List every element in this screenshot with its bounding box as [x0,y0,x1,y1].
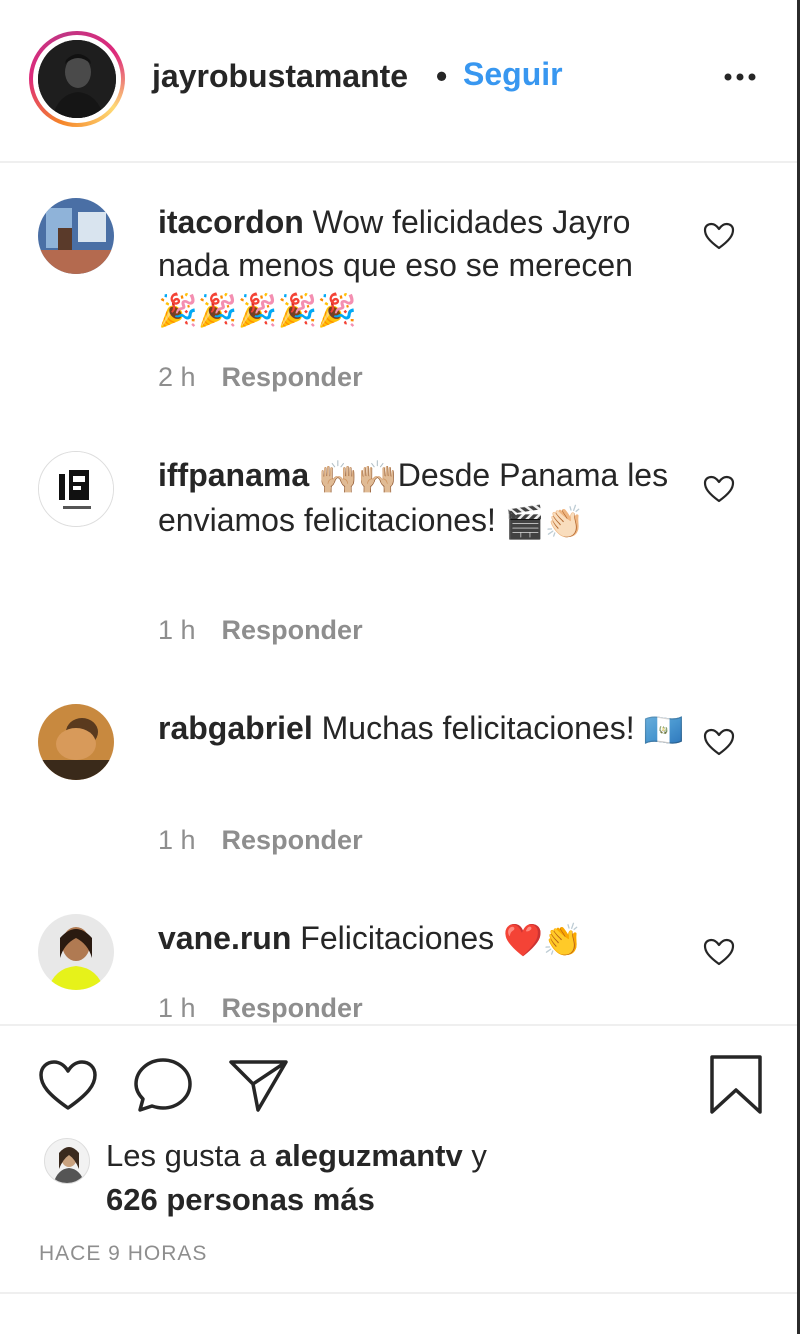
like-comment-heart-icon[interactable] [702,474,736,504]
likes-summary: Les gusta a aleguzmantv y [106,1138,487,1174]
comment-meta: 1 h Responder [158,615,363,646]
commenter-avatar[interactable] [38,198,114,274]
like-comment-heart-icon[interactable] [702,937,736,967]
comment-meta: 1 h Responder [158,825,363,856]
add-comment-area[interactable] [0,1292,797,1334]
reply-button[interactable]: Responder [222,362,363,392]
follow-button[interactable]: Seguir [463,56,563,93]
comment-username[interactable]: vane.run [158,920,291,956]
comment-body: vane.run Felicitaciones ❤️👏 [158,917,688,962]
comment-meta: 2 h Responder [158,362,363,393]
post-timestamp[interactable]: HACE 9 HORAS [39,1242,207,1266]
likes-prefix: Les gusta a [106,1138,267,1173]
commenter-avatar[interactable] [38,914,114,990]
comment-time: 1 h [158,993,196,1023]
share-send-icon[interactable] [228,1056,290,1119]
like-comment-heart-icon[interactable] [702,727,736,757]
comment-body: rabgabriel Muchas felicitaciones! 🇬🇹 [158,707,688,752]
reply-button[interactable]: Responder [222,993,363,1023]
more-options-icon[interactable] [722,62,762,92]
comment-username[interactable]: iffpanama [158,457,309,493]
commenter-avatar[interactable] [38,704,114,780]
separator-dot: • [436,58,448,94]
comment-username[interactable]: itacordon [158,204,304,240]
like-heart-icon[interactable] [38,1058,98,1117]
post-header: jayrobustamante • Seguir [0,0,797,163]
reply-button[interactable]: Responder [222,825,363,855]
comment-bubble-icon[interactable] [132,1056,194,1119]
comment-meta: 1 h Responder [158,993,363,1023]
party-popper-emoji: 🎉🎉🎉🎉🎉 [158,292,358,329]
post-actions: Les gusta a aleguzmantv y 626 personas m… [0,1024,797,1294]
likes-conjunction: y [471,1138,487,1173]
clapper-clap-emoji: 🎬👏🏻 [504,504,585,541]
comment-time: 1 h [158,615,196,645]
post-author-username[interactable]: jayrobustamante [152,58,408,95]
reply-button[interactable]: Responder [222,615,363,645]
profile-avatar-ring[interactable] [29,31,125,127]
comment-body: iffpanama 🙌🏼🙌🏼Desde Panama les enviamos … [158,454,688,544]
likes-count[interactable]: 626 personas más [106,1182,375,1218]
bookmark-save-icon[interactable] [708,1054,764,1121]
guatemala-flag-emoji: 🇬🇹 [643,712,684,749]
heart-clap-emoji: ❤️👏 [503,922,583,959]
like-comment-heart-icon[interactable] [702,221,736,251]
liker-username[interactable]: aleguzmantv [275,1138,463,1173]
comment-body: itacordon Wow felicidades Jayro nada men… [158,201,688,332]
liker-avatar[interactable] [44,1138,90,1184]
commenter-avatar[interactable] [38,451,114,527]
comment-text: Muchas felicitaciones! [321,710,635,746]
comments-list[interactable]: itacordon Wow felicidades Jayro nada men… [0,165,797,1023]
comment-text: Felicitaciones [300,920,495,956]
raised-hands-emoji: 🙌🏼🙌🏼 [318,459,398,496]
comment-time: 2 h [158,362,196,392]
profile-avatar[interactable] [38,40,116,118]
comment-username[interactable]: rabgabriel [158,710,313,746]
comment-time: 1 h [158,825,196,855]
